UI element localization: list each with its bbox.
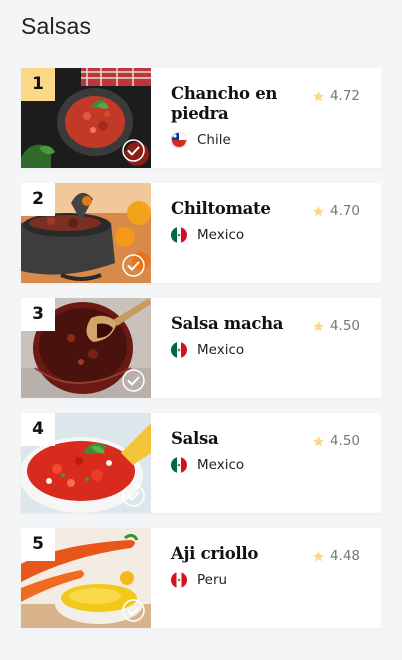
rating-value: 4.50	[329, 433, 360, 449]
rating: 4.50	[312, 433, 360, 449]
rank-badge: 2	[21, 183, 55, 216]
country-name: Chile	[197, 132, 231, 148]
rating-value: 4.48	[329, 548, 360, 564]
mexico-flag-icon	[171, 227, 187, 243]
star-icon	[313, 90, 324, 101]
list-item[interactable]: 4 Salsa Mexico 4.50	[21, 413, 381, 513]
country-row[interactable]: Mexico	[171, 457, 381, 473]
dish-name[interactable]: Chancho en piedra	[171, 84, 286, 124]
star-icon	[313, 435, 324, 446]
rating-value: 4.50	[329, 318, 360, 334]
country-row[interactable]: Peru	[171, 572, 381, 588]
checkmark-icon[interactable]	[122, 369, 145, 392]
country-name: Mexico	[197, 227, 245, 243]
rank-badge: 5	[21, 528, 55, 561]
country-row[interactable]: Chile	[171, 132, 381, 148]
list-item[interactable]: 5 Aji criollo Peru 4.48	[21, 528, 381, 628]
rating: 4.50	[312, 318, 360, 334]
star-icon	[313, 320, 324, 331]
star-icon	[313, 205, 324, 216]
rank-badge: 4	[21, 413, 55, 446]
rating-value: 4.70	[329, 203, 360, 219]
chile-flag-icon	[171, 132, 187, 148]
rating-value: 4.72	[329, 88, 360, 104]
mexico-flag-icon	[171, 457, 187, 473]
peru-flag-icon	[171, 572, 187, 588]
dish-name[interactable]: Salsa	[171, 429, 286, 449]
dish-image[interactable]: 5	[21, 528, 151, 628]
rank-badge: 1	[21, 68, 55, 101]
checkmark-icon[interactable]	[122, 139, 145, 162]
dish-image[interactable]: 4	[21, 413, 151, 513]
mexico-flag-icon	[171, 342, 187, 358]
salsa-list: 1 Chancho en piedra Chile 4.72 2 Chiltom…	[21, 68, 381, 643]
list-item[interactable]: 2 Chiltomate Mexico 4.70	[21, 183, 381, 283]
country-row[interactable]: Mexico	[171, 227, 381, 243]
star-icon	[313, 550, 324, 561]
country-name: Mexico	[197, 457, 245, 473]
rating: 4.70	[312, 203, 360, 219]
page-title: Salsas	[21, 13, 92, 39]
checkmark-icon[interactable]	[122, 254, 145, 277]
dish-image[interactable]: 2	[21, 183, 151, 283]
rating: 4.48	[312, 548, 360, 564]
dish-name[interactable]: Salsa macha	[171, 314, 286, 334]
dish-name[interactable]: Aji criollo	[171, 544, 286, 564]
list-item[interactable]: 1 Chancho en piedra Chile 4.72	[21, 68, 381, 168]
dish-image[interactable]: 1	[21, 68, 151, 168]
country-row[interactable]: Mexico	[171, 342, 381, 358]
rank-badge: 3	[21, 298, 55, 331]
list-item[interactable]: 3 Salsa macha Mexico 4.50	[21, 298, 381, 398]
country-name: Mexico	[197, 342, 245, 358]
checkmark-icon[interactable]	[122, 599, 145, 622]
country-name: Peru	[197, 572, 228, 588]
rating: 4.72	[312, 88, 360, 104]
dish-name[interactable]: Chiltomate	[171, 199, 286, 219]
dish-image[interactable]: 3	[21, 298, 151, 398]
checkmark-icon[interactable]	[122, 484, 145, 507]
